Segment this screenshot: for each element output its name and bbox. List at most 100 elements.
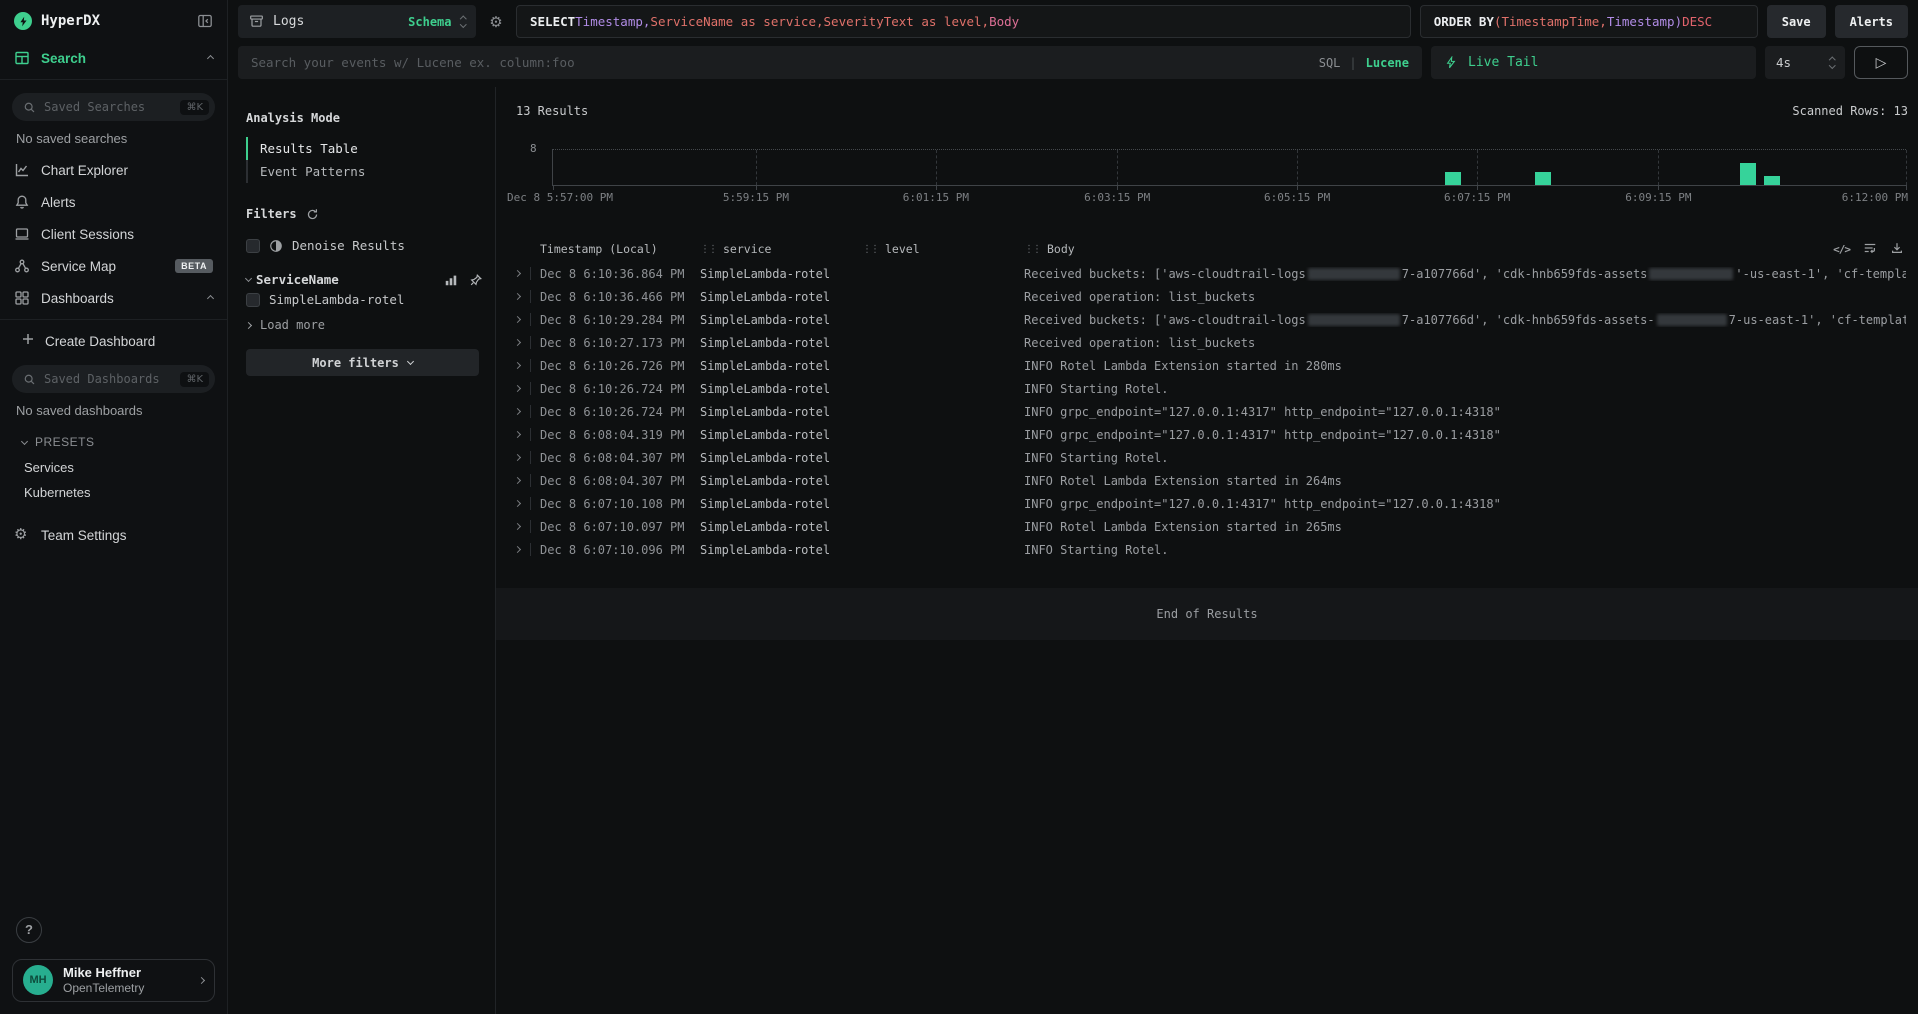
table-row[interactable]: Dec 8 6:10:26.726 PMSimpleLambda-rotelIN…: [496, 354, 1918, 377]
table-row[interactable]: Dec 8 6:07:10.096 PMSimpleLambda-rotelIN…: [496, 538, 1918, 561]
chevron-right-icon: [513, 362, 520, 369]
sidebar-item-alerts[interactable]: Alerts: [0, 186, 227, 218]
body-text: INFO grpc_endpoint="127.0.0.1:4317" http…: [1024, 497, 1501, 511]
column-header-timestamp-local-[interactable]: Timestamp (Local): [540, 242, 700, 256]
row-expander[interactable]: [504, 478, 530, 483]
refresh-icon[interactable]: [306, 208, 319, 221]
no-saved-searches-text: No saved searches: [0, 125, 227, 154]
table-row[interactable]: Dec 8 6:10:36.864 PMSimpleLambda-rotelRe…: [496, 262, 1918, 285]
language-toggle[interactable]: SQL | Lucene: [1319, 56, 1409, 70]
live-tail-button[interactable]: Live Tail: [1431, 46, 1756, 79]
row-expander[interactable]: [504, 409, 530, 414]
table-row[interactable]: Dec 8 6:08:04.319 PMSimpleLambda-rotelIN…: [496, 423, 1918, 446]
wrap-lines-icon[interactable]: [1863, 241, 1877, 258]
saved-dashboards-search[interactable]: ⌘K: [12, 365, 215, 393]
analysis-mode-results-table[interactable]: Results Table: [246, 137, 483, 160]
chevron-up-icon[interactable]: [207, 294, 214, 301]
refresh-interval-select[interactable]: 4s: [1765, 46, 1845, 79]
denoise-checkbox[interactable]: [246, 239, 260, 253]
drag-handle-icon[interactable]: ⋮⋮: [1024, 244, 1040, 255]
row-expander[interactable]: [504, 524, 530, 529]
filter-option-checkbox[interactable]: [246, 293, 260, 307]
save-button[interactable]: Save: [1767, 5, 1826, 38]
histogram-bar[interactable]: [1445, 172, 1461, 185]
table-row[interactable]: Dec 8 6:07:10.108 PMSimpleLambda-rotelIN…: [496, 492, 1918, 515]
event-search[interactable]: SQL | Lucene: [238, 46, 1422, 79]
table-row[interactable]: Dec 8 6:10:29.284 PMSimpleLambda-rotelRe…: [496, 308, 1918, 331]
drag-handle-icon[interactable]: ⋮⋮: [700, 244, 716, 255]
more-filters-button[interactable]: More filters: [246, 349, 479, 376]
source-select[interactable]: Logs Schema: [238, 5, 476, 38]
alerts-button[interactable]: Alerts: [1835, 5, 1908, 38]
row-expander[interactable]: [504, 386, 530, 391]
drag-handle-icon[interactable]: ⋮⋮: [862, 244, 878, 255]
column-header-level[interactable]: ⋮⋮level: [862, 242, 1024, 256]
cell-body: INFO grpc_endpoint="127.0.0.1:4317" http…: [1024, 428, 1906, 442]
chevron-up-icon[interactable]: [207, 54, 214, 61]
table-row[interactable]: Dec 8 6:08:04.307 PMSimpleLambda-rotelIN…: [496, 469, 1918, 492]
table-row[interactable]: Dec 8 6:10:36.466 PMSimpleLambda-rotelRe…: [496, 285, 1918, 308]
source-settings-gear-icon[interactable]: ⚙: [485, 5, 507, 38]
sidebar-collapse-icon[interactable]: [197, 13, 213, 29]
create-dashboard-button[interactable]: Create Dashboard: [0, 325, 227, 357]
table-row[interactable]: Dec 8 6:08:04.307 PMSimpleLambda-rotelIN…: [496, 446, 1918, 469]
saved-searches-search[interactable]: ⌘K: [12, 93, 215, 121]
language-divider: |: [1349, 56, 1356, 70]
chart-tickmark: [936, 185, 937, 190]
row-expander[interactable]: [504, 340, 530, 345]
column-header-service[interactable]: ⋮⋮service: [700, 242, 862, 256]
sidebar-item-chart-explorer[interactable]: Chart Explorer: [0, 154, 227, 186]
histogram-bar[interactable]: [1535, 172, 1551, 185]
histogram-bar[interactable]: [1764, 176, 1780, 185]
lucene-toggle[interactable]: Lucene: [1366, 56, 1409, 70]
download-icon[interactable]: [1890, 241, 1904, 258]
sidebar-item-client-sessions[interactable]: Client Sessions: [0, 218, 227, 250]
load-more-label: Load more: [260, 318, 325, 332]
user-menu[interactable]: MH Mike Heffner OpenTelemetry: [12, 959, 215, 1002]
analysis-mode-event-patterns[interactable]: Event Patterns: [246, 160, 483, 183]
view-source-icon[interactable]: </>: [1833, 243, 1850, 256]
cell-timestamp: Dec 8 6:10:26.724 PM: [540, 405, 700, 419]
sidebar-item-search[interactable]: Search: [0, 42, 227, 74]
row-expander[interactable]: [504, 432, 530, 437]
table-row[interactable]: Dec 8 6:10:26.724 PMSimpleLambda-rotelIN…: [496, 377, 1918, 400]
events-histogram[interactable]: 8 Dec 8 5:57:00 PM5:59:15 PM6:01:15 PM6:…: [504, 134, 1908, 206]
row-expander[interactable]: [504, 317, 530, 322]
row-expander[interactable]: [504, 271, 530, 276]
saved-dashboards-input[interactable]: [44, 372, 172, 386]
order-by-input[interactable]: ORDER BY (TimestampTime, Timestamp) DESC: [1420, 5, 1758, 38]
help-button[interactable]: ?: [16, 917, 42, 943]
denoise-results-row[interactable]: Denoise Results: [246, 233, 483, 258]
load-more-button[interactable]: Load more: [246, 312, 483, 332]
denoise-icon: [269, 239, 283, 253]
sql-toggle[interactable]: SQL: [1319, 56, 1341, 70]
filter-option-simplelambda-rotel[interactable]: SimpleLambda-rotel: [246, 287, 483, 312]
row-expander[interactable]: [504, 501, 530, 506]
play-button[interactable]: ▷: [1854, 46, 1908, 79]
bar-chart-icon[interactable]: [444, 273, 458, 287]
row-expander[interactable]: [504, 363, 530, 368]
event-search-input[interactable]: [251, 55, 1309, 70]
analysis-mode-title: Analysis Mode: [246, 111, 483, 125]
saved-searches-input[interactable]: [44, 100, 172, 114]
histogram-bar[interactable]: [1740, 163, 1756, 185]
sidebar-item-service-map[interactable]: Service MapBETA: [0, 250, 227, 282]
table-row[interactable]: Dec 8 6:10:26.724 PMSimpleLambda-rotelIN…: [496, 400, 1918, 423]
row-expander[interactable]: [504, 547, 530, 552]
presets-toggle[interactable]: PRESETS: [0, 426, 227, 455]
table-row[interactable]: Dec 8 6:07:10.097 PMSimpleLambda-rotelIN…: [496, 515, 1918, 538]
preset-item-services[interactable]: Services: [0, 455, 227, 480]
chart-gridline: [1906, 150, 1907, 185]
preset-item-kubernetes[interactable]: Kubernetes: [0, 480, 227, 505]
body-text: Received buckets: ['aws-cloudtrail-logs: [1024, 313, 1306, 327]
column-header-body[interactable]: ⋮⋮Body</>: [1024, 241, 1906, 258]
table-row[interactable]: Dec 8 6:10:27.173 PMSimpleLambda-rotelRe…: [496, 331, 1918, 354]
sidebar-item-dashboards[interactable]: Dashboards: [0, 282, 227, 314]
select-query-input[interactable]: SELECT Timestamp, ServiceName as service…: [516, 5, 1411, 38]
row-expander[interactable]: [504, 294, 530, 299]
row-expander[interactable]: [504, 455, 530, 460]
filter-group-name: ServiceName: [256, 272, 339, 287]
pin-icon[interactable]: [469, 273, 483, 287]
sidebar-item-team-settings[interactable]: ⚙ Team Settings: [0, 519, 227, 551]
filter-group-header[interactable]: ServiceName: [246, 272, 483, 287]
